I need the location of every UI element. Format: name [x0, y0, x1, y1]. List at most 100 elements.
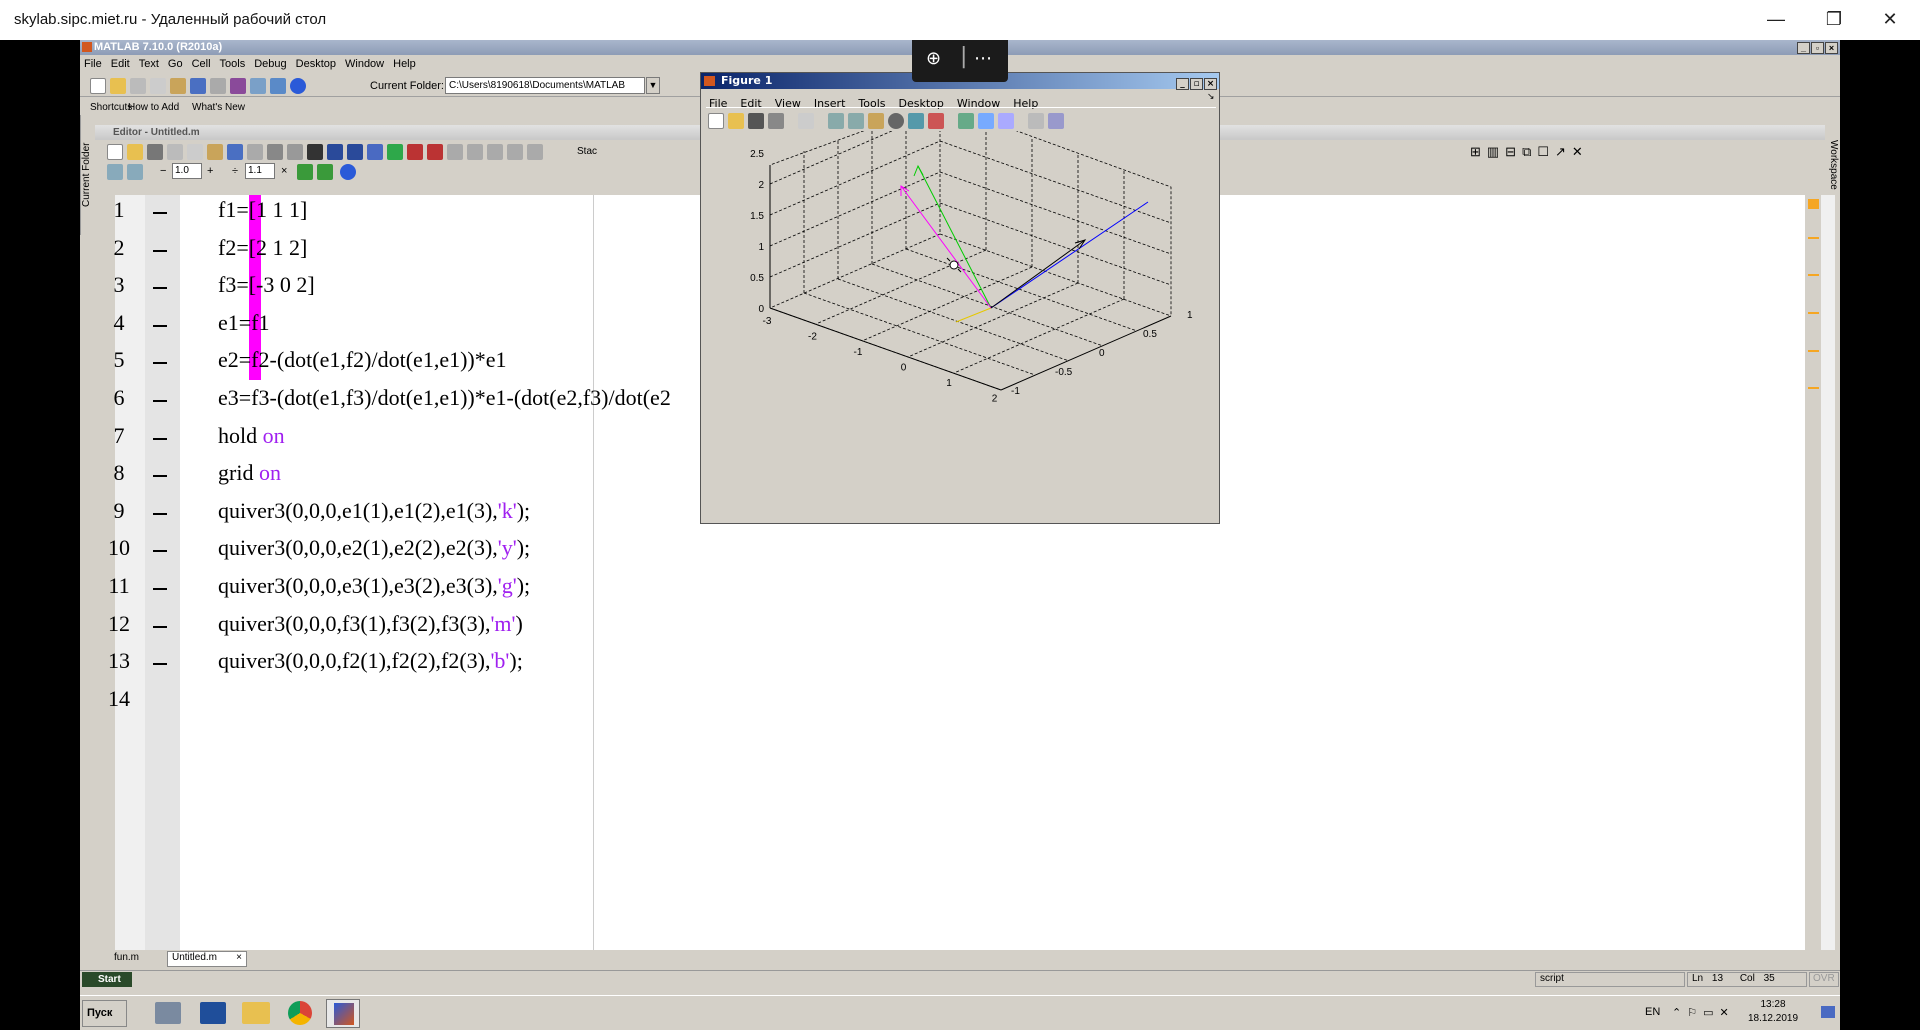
menu-cell[interactable]: Cell	[192, 58, 211, 70]
function-icon[interactable]	[367, 144, 383, 160]
tab-close-icon[interactable]: ×	[236, 952, 242, 963]
tray-icons[interactable]: ⌃⚐▭✕	[1672, 1006, 1735, 1019]
legend-icon[interactable]	[998, 112, 1014, 129]
language-indicator[interactable]: EN	[1645, 1006, 1660, 1018]
code-line[interactable]: grid on	[218, 460, 281, 486]
colorbar-icon[interactable]	[978, 112, 994, 129]
fig-new-icon[interactable]	[708, 112, 724, 129]
indent-icon[interactable]	[287, 144, 303, 160]
code-line[interactable]: quiver3(0,0,0,e3(1),e3(2),e3(3),'g');	[218, 573, 530, 599]
restore-button[interactable]: ❐	[1806, 0, 1862, 40]
clear-breakpoints-icon[interactable]	[427, 144, 443, 160]
breakpoint-icon[interactable]	[407, 144, 423, 160]
back-icon[interactable]	[327, 144, 343, 160]
matlab-taskbar-button[interactable]	[326, 999, 360, 1028]
run-icon[interactable]	[387, 144, 403, 160]
executable-line-marker[interactable]	[153, 212, 167, 214]
brush-icon[interactable]	[928, 112, 944, 129]
cell-multiplier-field[interactable]: 1.1	[245, 163, 275, 179]
message-bar[interactable]	[1807, 195, 1821, 950]
guide-icon[interactable]	[250, 78, 266, 94]
editor-redo-icon[interactable]	[247, 144, 263, 160]
executable-line-marker[interactable]	[153, 287, 167, 290]
menu-text[interactable]: Text	[139, 58, 159, 70]
fig-print-icon[interactable]	[768, 112, 784, 129]
simulink-icon[interactable]	[230, 78, 246, 94]
find-icon[interactable]	[307, 144, 323, 160]
pointer-icon[interactable]	[798, 112, 814, 129]
cell-multiply-button[interactable]: ×	[281, 165, 287, 177]
tab-fun-m[interactable]: fun.m	[110, 952, 160, 967]
code-line[interactable]: e3=f3-(dot(e1,f3)/dot(e1,e1))*e1-(dot(e2…	[218, 385, 671, 411]
menu-tools[interactable]: Tools	[220, 58, 246, 70]
cell-eval-icon[interactable]	[127, 164, 143, 180]
executable-line-marker[interactable]	[153, 475, 167, 478]
cell-divide-button[interactable]: ÷	[232, 165, 238, 177]
code-line[interactable]: quiver3(0,0,0,e2(1),e2(2),e2(3),'y');	[218, 535, 530, 561]
menu-debug[interactable]: Debug	[254, 58, 286, 70]
menu-file[interactable]: File	[84, 58, 102, 70]
warning-mark[interactable]	[1808, 237, 1819, 239]
figure-close-button[interactable]: ×	[1204, 78, 1217, 90]
executable-line-marker[interactable]	[153, 249, 167, 252]
pan-icon[interactable]	[868, 112, 884, 129]
code-line[interactable]: quiver3(0,0,0,f3(1),f3(2),f3(3),'m')	[218, 611, 523, 637]
figure-minimize-button[interactable]: _	[1176, 78, 1189, 90]
menu-desktop[interactable]: Desktop	[296, 58, 336, 70]
forward-icon[interactable]	[347, 144, 363, 160]
code-line[interactable]: quiver3(0,0,0,e1(1),e1(2),e1(3),'k');	[218, 498, 530, 524]
hide-plot-tools-icon[interactable]	[1028, 112, 1044, 129]
cell-help-icon[interactable]	[340, 164, 356, 180]
editor-scrollbar[interactable]	[1821, 195, 1835, 950]
explorer-icon[interactable]	[242, 1002, 270, 1024]
editor-undo-icon[interactable]	[227, 144, 243, 160]
axes-3d[interactable]: 0 0.5 1 1.5 2 2.5 -3 -2 -1 0 1 2 -1 -0.5 0 0.5 1	[701, 131, 1219, 523]
windows-start-button[interactable]: Пуск	[82, 1000, 127, 1027]
cell-run-icon[interactable]	[317, 164, 333, 180]
zoom-out-icon[interactable]	[848, 112, 864, 129]
executable-line-marker[interactable]	[153, 663, 167, 666]
open-folder-icon[interactable]	[110, 78, 126, 94]
redo-icon[interactable]	[210, 78, 226, 94]
executable-line-marker[interactable]	[153, 625, 167, 628]
minimize-button[interactable]: —	[1748, 0, 1804, 40]
executable-line-marker[interactable]	[153, 437, 167, 440]
executable-line-marker[interactable]	[153, 362, 167, 365]
help-icon[interactable]	[290, 78, 306, 94]
chevron-down-icon[interactable]: ▼	[646, 77, 660, 94]
notifications-icon[interactable]	[1821, 1006, 1835, 1018]
executable-line-marker[interactable]	[153, 400, 167, 402]
rotate-3d-icon[interactable]	[888, 112, 904, 129]
step-out-icon[interactable]	[487, 144, 503, 160]
layout-buttons[interactable]: ⊞▥⊟⧉☐↗✕	[1470, 144, 1589, 160]
continue-icon[interactable]	[507, 144, 523, 160]
matlab-maximize-button[interactable]: ▫	[1811, 42, 1824, 54]
cell-run-advance-icon[interactable]	[297, 164, 313, 180]
new-file-icon[interactable]	[90, 78, 106, 94]
close-button[interactable]: ✕	[1862, 0, 1918, 40]
editor-copy-icon[interactable]	[187, 144, 203, 160]
code-line[interactable]: f3=[-3 0 2]	[218, 272, 315, 298]
current-folder-field[interactable]: C:\Users\8190618\Documents\MATLAB	[445, 77, 645, 94]
chrome-icon[interactable]	[288, 1001, 312, 1025]
matlab-close-button[interactable]: ×	[1825, 42, 1838, 54]
step-in-icon[interactable]	[467, 144, 483, 160]
warning-mark[interactable]	[1808, 312, 1819, 314]
warning-mark[interactable]	[1808, 387, 1819, 389]
code-line[interactable]: quiver3(0,0,0,f2(1),f2(2),f2(3),'b');	[218, 648, 523, 674]
cell-decrement-button[interactable]: −	[160, 165, 166, 177]
shortcut-0[interactable]: Shortcuts	[90, 102, 132, 113]
dock-arrow-icon[interactable]: ↘	[1207, 92, 1215, 102]
fig-open-icon[interactable]	[728, 112, 744, 129]
powershell-icon[interactable]	[200, 1002, 226, 1024]
shortcut-1[interactable]: How to Add	[128, 102, 179, 113]
executable-line-marker[interactable]	[153, 588, 167, 590]
editor-new-icon[interactable]	[107, 144, 123, 160]
link-plot-icon[interactable]	[958, 112, 974, 129]
editor-paste-icon[interactable]	[207, 144, 223, 160]
undo-icon[interactable]	[190, 78, 206, 94]
menu-help[interactable]: Help	[393, 58, 416, 70]
breakpoint-gutter[interactable]	[145, 195, 180, 950]
exit-debug-icon[interactable]	[527, 144, 543, 160]
show-plot-tools-icon[interactable]	[1048, 112, 1064, 129]
